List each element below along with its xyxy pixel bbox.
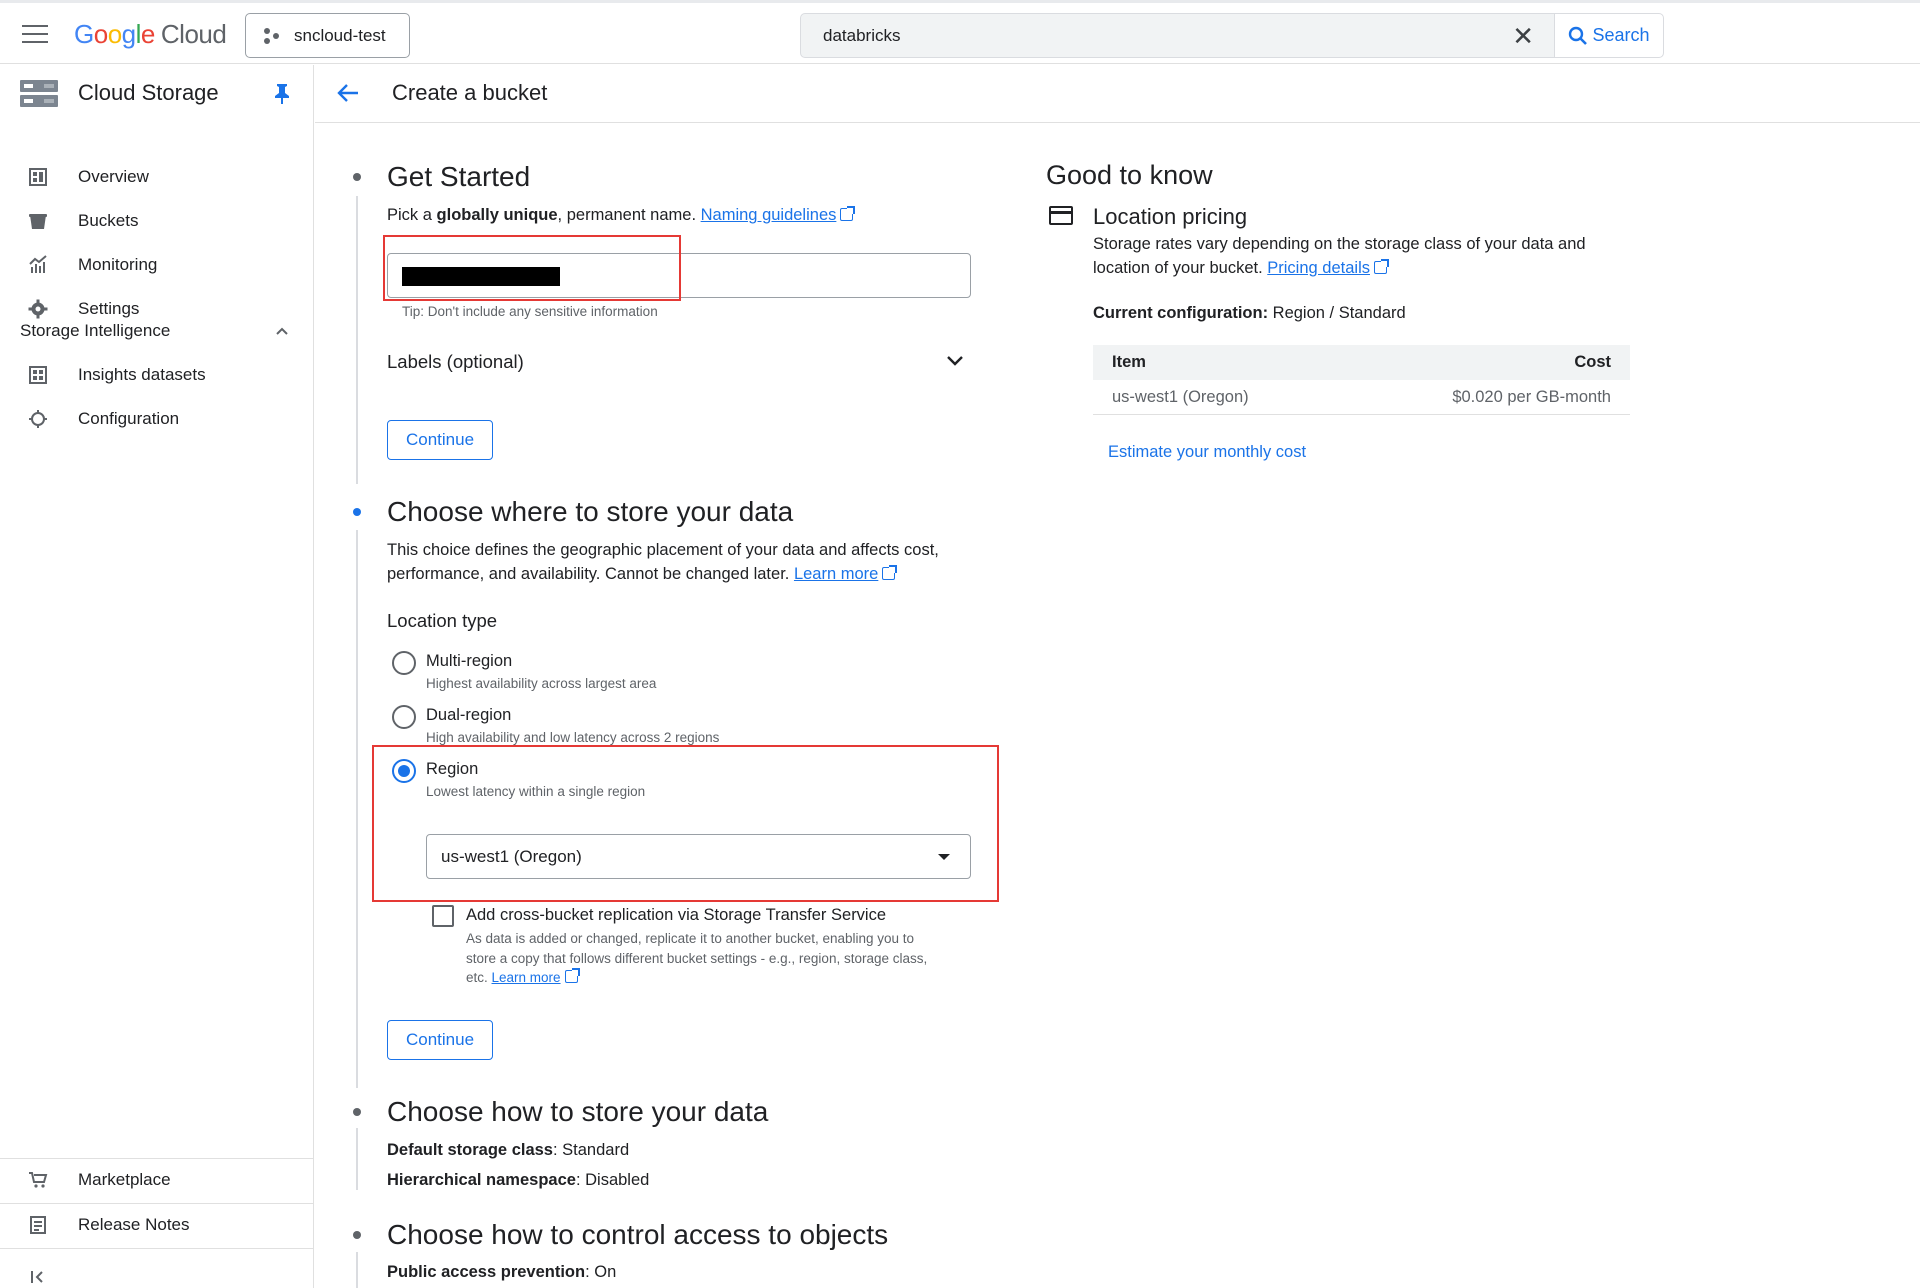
step-bullet [353,173,361,181]
location-desc-line2: performance, and availability. Cannot be… [387,562,898,586]
sidebar-item-marketplace[interactable]: Marketplace [0,1158,314,1202]
location-type-label: Location type [387,610,498,631]
dual-region-desc: High availability and low latency across… [426,730,720,745]
sidebar-item-configuration[interactable]: Configuration [0,397,314,441]
sidebar-divider [0,1248,314,1249]
continue-button[interactable]: Continue [387,1020,493,1060]
collapse-sidebar-icon[interactable] [30,1270,46,1284]
multi-region-radio[interactable] [392,651,416,675]
location-pricing-title: Location pricing [1093,204,1248,229]
step-connector [356,1128,358,1190]
replication-desc: As data is added or changed, replicate i… [466,931,928,985]
google-cloud-logo[interactable]: Google Cloud [74,19,227,50]
pin-icon[interactable] [274,83,290,105]
sidebar-item-overview[interactable]: Overview [0,155,314,199]
external-link-icon [1373,259,1389,274]
multi-region-desc: Highest availability across largest area [426,676,657,691]
sidebar-item-monitoring[interactable]: Monitoring [0,243,314,287]
storage-intelligence-section[interactable]: Storage Intelligence [20,321,290,341]
gear-icon [28,299,48,319]
multi-region-label: Multi-region [426,652,513,670]
replication-learn-more-link[interactable]: Learn more [492,970,561,985]
sidebar-item-insights-datasets[interactable]: Insights datasets [0,353,314,397]
hns-summary: Hierarchical namespace: Disabled [387,1171,650,1189]
step-bullet [353,1108,361,1116]
cloud-storage-icon [20,80,58,107]
good-to-know-heading: Good to know [1046,160,1213,190]
naming-guidelines-link[interactable]: Naming guidelines [701,206,837,224]
dataset-icon [29,366,47,384]
estimate-cost-link[interactable]: Estimate your monthly cost [1108,443,1306,462]
configuration-icon [29,410,47,428]
project-icon [262,27,282,45]
table-row: us-west1 (Oregon) $0.020 per GB-month [1093,380,1630,415]
sidebar-header: Cloud Storage [0,65,314,123]
main-menu-icon[interactable] [22,25,48,45]
highlight-box [383,235,681,301]
release-notes-icon [30,1216,46,1234]
monitoring-icon [29,255,47,273]
current-configuration: Current configuration: Region / Standard [1093,304,1406,322]
dual-region-label: Dual-region [426,706,512,724]
learn-more-link[interactable]: Learn more [794,565,878,583]
search-button[interactable]: Search [1554,13,1664,58]
step-connector [356,1252,358,1288]
pricing-details-link[interactable]: Pricing details [1267,259,1370,277]
chevron-down-icon[interactable] [946,354,964,368]
project-name: sncloud-test [294,25,386,45]
dual-region-radio[interactable] [392,705,416,729]
external-link-icon [564,968,580,983]
credit-card-icon [1049,206,1073,225]
get-started-heading: Get Started [387,161,531,192]
storage-heading: Choose how to store your data [387,1096,769,1127]
name-instructions: Pick a globally unique, permanent name. … [387,203,856,227]
sidebar-item-release-notes[interactable]: Release Notes [0,1203,314,1247]
pap-summary: Public access prevention: On [387,1263,617,1281]
bucket-icon [29,214,47,229]
labels-expander[interactable]: Labels (optional) [387,350,524,374]
product-title: Cloud Storage [78,80,219,105]
step-bullet-active [353,508,361,516]
sidebar-item-buckets[interactable]: Buckets [0,199,314,243]
replication-label: Add cross-bucket replication via Storage… [466,906,887,924]
step-connector [356,196,358,484]
search-input[interactable]: databricks ✕ [800,13,1555,58]
top-bar: Google Cloud sncloud-test databricks ✕ Se… [0,0,1920,64]
continue-button[interactable]: Continue [387,420,493,460]
external-link-icon [882,565,898,580]
location-heading: Choose where to store your data [387,496,794,527]
step-connector [356,530,358,1088]
overview-icon [29,168,47,186]
chevron-up-icon[interactable] [274,323,290,339]
highlight-box [372,745,999,902]
marketplace-icon [29,1172,48,1188]
step-bullet [353,1231,361,1239]
pricing-desc-line2: location of your bucket. Pricing details [1093,256,1389,280]
pricing-desc-line1: Storage rates vary depending on the stor… [1093,235,1586,253]
location-desc-line1: This choice defines the geographic place… [387,541,939,559]
replication-checkbox[interactable] [432,905,454,927]
storage-class-summary: Default storage class: Standard [387,1141,630,1159]
pricing-table: Item Cost us-west1 (Oregon) $0.020 per G… [1093,345,1630,415]
search-value: databricks [823,26,901,45]
search-icon [1569,26,1588,45]
name-tip: Tip: Don't include any sensitive informa… [402,304,658,319]
back-arrow-icon[interactable] [337,83,359,103]
clear-search-icon[interactable]: ✕ [1512,23,1534,49]
sidebar: Cloud Storage Overview Buckets Monitorin… [0,65,314,1288]
project-picker-button[interactable]: sncloud-test [245,13,410,58]
page-header: Create a bucket [315,65,1920,123]
pricing-table-header: Item Cost [1093,345,1630,380]
page-title: Create a bucket [392,80,548,105]
external-link-icon [840,206,856,221]
access-heading: Choose how to control access to objects [387,1219,889,1250]
